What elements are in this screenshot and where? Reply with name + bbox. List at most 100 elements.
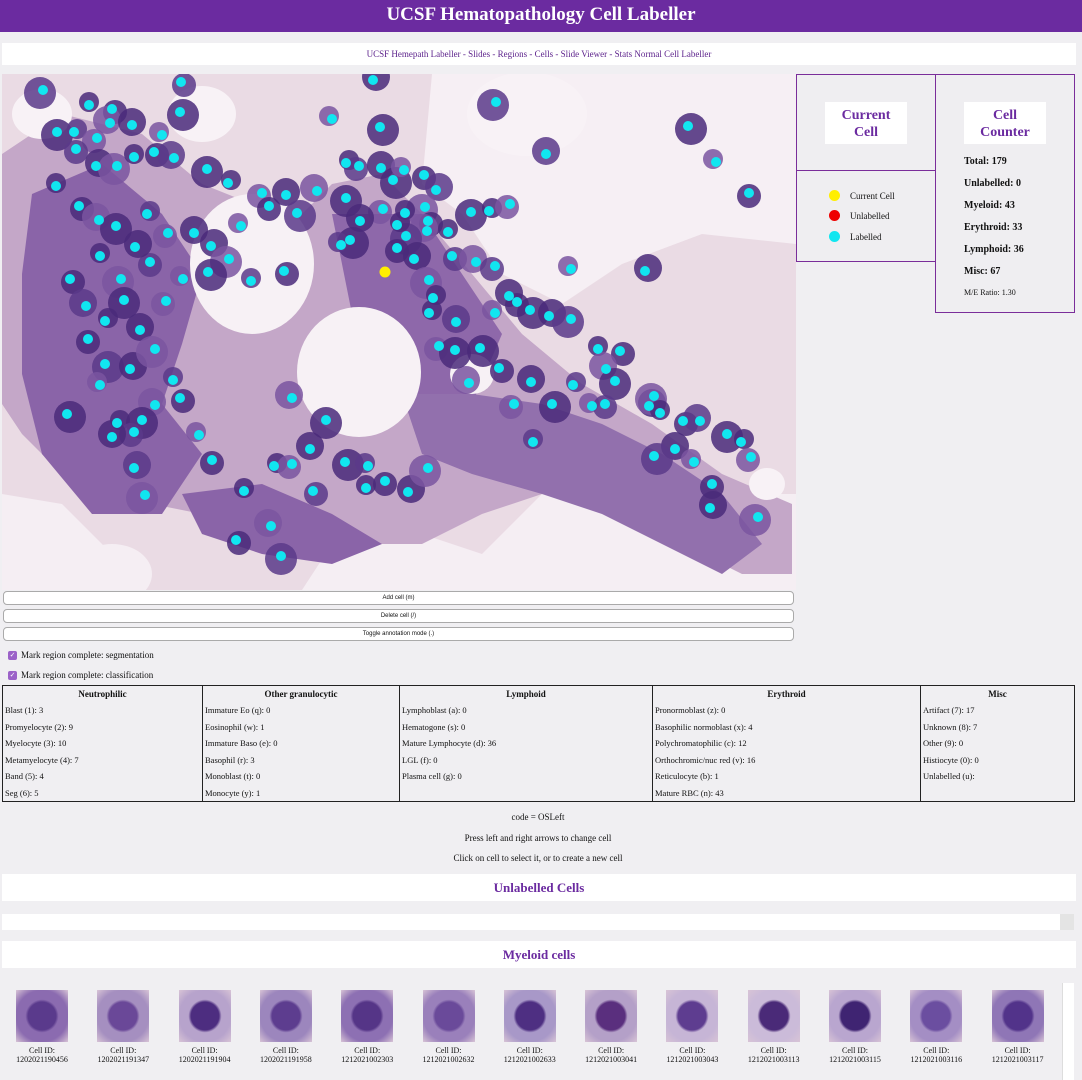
cell-thumbnail[interactable]: Cell ID: 1212021002633	[490, 983, 570, 1064]
labelled-cell-marker[interactable]	[71, 144, 81, 154]
category-item[interactable]: Reticulocyte (b): 1	[653, 768, 920, 785]
cell-thumbnail[interactable]: Cell ID: 1212021002632	[409, 983, 489, 1064]
labelled-cell-marker[interactable]	[494, 363, 504, 373]
labelled-cell-marker[interactable]	[610, 376, 620, 386]
labelled-cell-marker[interactable]	[129, 427, 139, 437]
labelled-cell-marker[interactable]	[355, 216, 365, 226]
category-item[interactable]: Metamyelocyte (4): 7	[3, 752, 202, 769]
category-item[interactable]: LGL (f): 0	[400, 752, 652, 769]
cell-thumbnail-image[interactable]	[16, 990, 68, 1042]
cell-thumbnail-image[interactable]	[259, 990, 312, 1042]
cell-thumbnail[interactable]: Cell ID: 1202021190456	[2, 983, 82, 1064]
category-item[interactable]: Immature Baso (e): 0	[203, 735, 399, 752]
labelled-cell-marker[interactable]	[91, 161, 101, 171]
labelled-cell-marker[interactable]	[512, 297, 522, 307]
segmentation-complete-checkbox[interactable]: ✓ Mark region complete: segmentation	[8, 650, 154, 660]
cell-thumbnail-image[interactable]	[910, 990, 963, 1042]
labelled-cell-marker[interactable]	[655, 408, 665, 418]
labelled-cell-marker[interactable]	[615, 346, 625, 356]
category-item[interactable]: Mature RBC (n): 43	[653, 785, 920, 802]
category-item[interactable]: Hematogone (s): 0	[400, 719, 652, 736]
labelled-cell-marker[interactable]	[423, 216, 433, 226]
labelled-cell-marker[interactable]	[203, 267, 213, 277]
labelled-cell-marker[interactable]	[189, 228, 199, 238]
labelled-cell-marker[interactable]	[640, 266, 650, 276]
category-item[interactable]: Other (9): 0	[921, 735, 1074, 752]
current-cell-marker[interactable]	[379, 266, 391, 278]
labelled-cell-marker[interactable]	[464, 378, 474, 388]
labelled-cell-marker[interactable]	[168, 375, 178, 385]
labelled-cell-marker[interactable]	[471, 257, 481, 267]
nav-link-stats[interactable]: Stats Normal Cell Labeller	[615, 49, 712, 59]
cell-thumbnail-image[interactable]	[422, 990, 475, 1042]
labelled-cell-marker[interactable]	[95, 380, 105, 390]
labelled-cell-marker[interactable]	[649, 451, 659, 461]
labelled-cell-marker[interactable]	[157, 130, 167, 140]
labelled-cell-marker[interactable]	[292, 208, 302, 218]
slide-viewer[interactable]	[2, 74, 796, 590]
cell-thumbnail-image[interactable]	[991, 990, 1044, 1042]
labelled-cell-marker[interactable]	[600, 399, 610, 409]
category-item[interactable]: Promyelocyte (2): 9	[3, 719, 202, 736]
labelled-cell-marker[interactable]	[422, 226, 432, 236]
labelled-cell-marker[interactable]	[62, 409, 72, 419]
labelled-cell-marker[interactable]	[707, 479, 717, 489]
labelled-cell-marker[interactable]	[601, 364, 611, 374]
labelled-cell-marker[interactable]	[434, 341, 444, 351]
labelled-cell-marker[interactable]	[409, 254, 419, 264]
labelled-cell-marker[interactable]	[475, 343, 485, 353]
labelled-cell-marker[interactable]	[83, 334, 93, 344]
category-item[interactable]: Artifact (7): 17	[921, 702, 1074, 719]
cell-thumbnail[interactable]: Cell ID: 1212021003116	[896, 983, 976, 1064]
labelled-cell-marker[interactable]	[239, 486, 249, 496]
labelled-cell-marker[interactable]	[345, 235, 355, 245]
nav-link-slides[interactable]: Slides	[468, 49, 490, 59]
labelled-cell-marker[interactable]	[107, 104, 117, 114]
cell-thumbnail[interactable]: Cell ID: 1212021003113	[734, 983, 814, 1064]
labelled-cell-marker[interactable]	[746, 452, 756, 462]
labelled-cell-marker[interactable]	[670, 444, 680, 454]
add-cell-button[interactable]: Add cell (m)	[3, 591, 794, 605]
labelled-cell-marker[interactable]	[107, 432, 117, 442]
labelled-cell-marker[interactable]	[38, 85, 48, 95]
labelled-cell-marker[interactable]	[65, 274, 75, 284]
labelled-cell-marker[interactable]	[127, 120, 137, 130]
labelled-cell-marker[interactable]	[246, 276, 256, 286]
labelled-cell-marker[interactable]	[279, 266, 289, 276]
labelled-cell-marker[interactable]	[312, 186, 322, 196]
thumbnail-scrollbar[interactable]	[1062, 983, 1074, 1080]
labelled-cell-marker[interactable]	[336, 240, 346, 250]
labelled-cell-marker[interactable]	[649, 391, 659, 401]
cell-thumbnail[interactable]: Cell ID: 1202021191347	[83, 983, 163, 1064]
labelled-cell-marker[interactable]	[150, 344, 160, 354]
cell-thumbnail[interactable]: Cell ID: 1212021003043	[652, 983, 732, 1064]
labelled-cell-marker[interactable]	[202, 164, 212, 174]
checkmark-icon[interactable]: ✓	[8, 650, 17, 660]
checkmark-icon[interactable]: ✓	[8, 670, 17, 680]
labelled-cell-marker[interactable]	[149, 147, 159, 157]
labelled-cell-marker[interactable]	[526, 377, 536, 387]
labelled-cell-marker[interactable]	[69, 127, 79, 137]
labelled-cell-marker[interactable]	[130, 242, 140, 252]
labelled-cell-marker[interactable]	[711, 157, 721, 167]
category-item[interactable]: Eosinophil (w): 1	[203, 719, 399, 736]
labelled-cell-marker[interactable]	[644, 401, 654, 411]
classification-complete-checkbox[interactable]: ✓ Mark region complete: classification	[8, 670, 153, 680]
labelled-cell-marker[interactable]	[150, 400, 160, 410]
labelled-cell-marker[interactable]	[340, 457, 350, 467]
labelled-cell-marker[interactable]	[504, 291, 514, 301]
category-item[interactable]: Monocyte (y): 1	[203, 785, 399, 802]
labelled-cell-marker[interactable]	[736, 437, 746, 447]
labelled-cell-marker[interactable]	[163, 228, 173, 238]
labelled-cell-marker[interactable]	[81, 301, 91, 311]
cell-thumbnail-image[interactable]	[341, 990, 394, 1042]
labelled-cell-marker[interactable]	[119, 295, 129, 305]
labelled-cell-marker[interactable]	[140, 490, 150, 500]
labelled-cell-marker[interactable]	[587, 401, 597, 411]
labelled-cell-marker[interactable]	[423, 463, 433, 473]
labelled-cell-marker[interactable]	[206, 241, 216, 251]
labelled-cell-marker[interactable]	[176, 77, 186, 87]
category-item[interactable]: Lymphoblast (a): 0	[400, 702, 652, 719]
labelled-cell-marker[interactable]	[321, 415, 331, 425]
nav-link-regions[interactable]: Regions	[498, 49, 528, 59]
